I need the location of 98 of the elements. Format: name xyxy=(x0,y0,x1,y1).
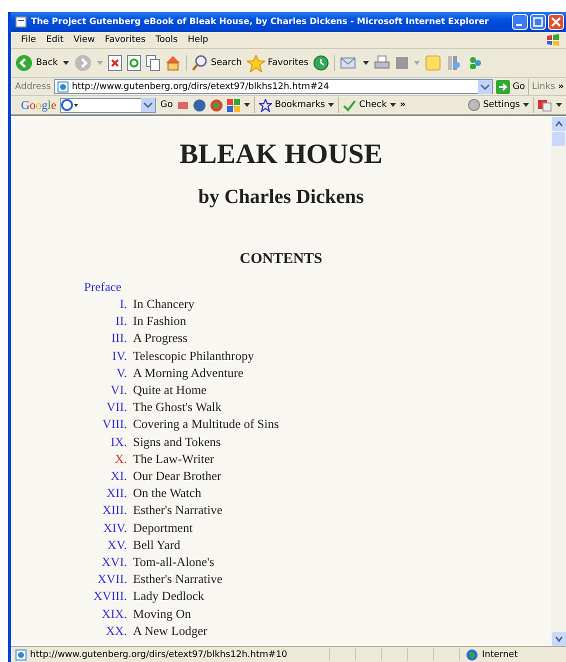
chapter-title: Bell Yard xyxy=(133,536,182,554)
menu-item[interactable]: Edit xyxy=(46,35,64,45)
minimize-icon[interactable] xyxy=(512,14,528,30)
dropdown-caret-icon[interactable] xyxy=(363,61,370,65)
star-outline-icon xyxy=(258,98,272,112)
links-label[interactable]: Links xyxy=(532,82,556,92)
settings-button[interactable]: Settings xyxy=(468,99,529,111)
status-text: http://www.gutenberg.org/dirs/etext97/blkhs12h.htm#10 xyxy=(30,650,288,660)
back-button[interactable]: Back xyxy=(15,54,58,72)
dropdown-caret-icon[interactable] xyxy=(556,103,562,107)
chapter-link[interactable]: V. xyxy=(116,364,127,382)
star-icon xyxy=(246,54,265,72)
scroll-down-icon xyxy=(552,632,566,646)
chapter-link[interactable]: VII. xyxy=(106,399,127,416)
windows-flag-icon xyxy=(546,33,560,47)
go-button[interactable]: Go xyxy=(160,100,173,110)
refresh-icon[interactable] xyxy=(126,55,141,71)
chapter-link[interactable]: XVII. xyxy=(97,571,127,588)
dropdown-caret-icon[interactable] xyxy=(244,103,250,107)
chapter-link[interactable]: XVIII. xyxy=(93,588,127,606)
dropdown-caret-icon xyxy=(328,103,334,107)
printer-icon[interactable] xyxy=(374,55,390,71)
menu-item[interactable]: File xyxy=(21,35,36,45)
chevron[interactable]: » xyxy=(558,82,564,92)
bookmarks-button[interactable]: Bookmarks xyxy=(258,98,334,112)
go-button[interactable]: Go xyxy=(496,80,526,94)
chapter-title: In Chancery xyxy=(133,296,196,313)
chapter-title: A Progress xyxy=(133,330,189,348)
favorites-button[interactable]: Favorites xyxy=(246,54,308,72)
chapter-link[interactable]: I. xyxy=(120,296,127,314)
checkmark-icon xyxy=(343,98,356,112)
chapter-link[interactable]: III. xyxy=(111,330,127,348)
chapter-link[interactable]: VI. xyxy=(110,382,127,400)
chapter-title: The Ghost's Walk xyxy=(133,399,223,416)
close-icon[interactable] xyxy=(548,14,564,30)
scroll-up-icon xyxy=(552,117,566,131)
dropdown-caret-icon xyxy=(523,103,529,107)
chapter-title: Covering a Multitude of Sins xyxy=(133,416,279,434)
chapter-title: A Morning Adventure xyxy=(133,364,244,382)
chapter-title: A New Lodger xyxy=(133,622,208,640)
preface-link[interactable]: Preface xyxy=(84,279,122,296)
chapter-title: Esther's Narrative xyxy=(133,571,224,588)
history-icon[interactable] xyxy=(313,55,330,71)
chapter-link[interactable]: XVI. xyxy=(102,554,127,572)
chapter-title: Quite at Home xyxy=(133,382,208,400)
dropdown-caret-icon xyxy=(390,103,396,107)
chapter-title: Moving On xyxy=(133,606,192,623)
chapter-link[interactable]: XX. xyxy=(106,622,127,640)
page-icon xyxy=(15,16,27,28)
menu-item[interactable]: Help xyxy=(188,35,208,45)
chapter-link[interactable]: XII. xyxy=(106,485,127,502)
chapter-title: Telescopic Philanthropy xyxy=(133,348,255,365)
maximize-icon[interactable] xyxy=(530,14,546,30)
page-title: BLEAK HOUSE xyxy=(178,138,384,172)
menu-item[interactable]: Tools xyxy=(156,35,178,45)
chapter-link[interactable]: VIII. xyxy=(102,416,127,434)
page-icon xyxy=(15,648,27,660)
google-logo: Google xyxy=(21,98,56,112)
chapter-link[interactable]: II. xyxy=(116,313,127,330)
mail-icon[interactable] xyxy=(340,55,358,71)
stop-icon[interactable] xyxy=(108,55,122,71)
address-label: Address xyxy=(15,82,51,92)
chapter-link[interactable]: XV. xyxy=(107,536,127,554)
chapter-title: Signs and Tokens xyxy=(133,434,222,451)
menu-item[interactable]: View xyxy=(74,35,95,45)
go-arrow-icon xyxy=(496,80,510,94)
chapter-title: In Fashion xyxy=(133,313,188,330)
search-field[interactable] xyxy=(60,98,156,112)
address-field[interactable]: http://www.gutenberg.org/dirs/etext97/blkhs12h.htm#24 xyxy=(54,79,493,94)
chapter-title: Our Dear Brother xyxy=(133,468,222,486)
chapter-link[interactable]: IX. xyxy=(110,434,127,451)
chapter-link[interactable]: XIX. xyxy=(102,606,127,623)
spell-check-button[interactable]: Check xyxy=(343,98,396,112)
dropdown-caret-icon[interactable] xyxy=(62,61,69,65)
chapter-link[interactable]: X. xyxy=(114,450,127,468)
contents-heading: CONTENTS xyxy=(238,250,324,268)
scrollbar[interactable] xyxy=(551,116,566,646)
chapter-title: Esther's Narrative xyxy=(133,502,224,520)
zone-label: Internet xyxy=(482,650,518,660)
chevron[interactable]: » xyxy=(400,100,406,110)
page-icon xyxy=(56,80,69,92)
chapter-link[interactable]: XIV. xyxy=(103,520,127,537)
home-icon[interactable] xyxy=(164,55,181,71)
chapter-link[interactable]: IV. xyxy=(112,348,127,365)
menu-item[interactable]: Favorites xyxy=(104,35,146,45)
chapter-title: Tom-all-Alone's xyxy=(133,554,216,572)
scroll-thumb[interactable] xyxy=(552,132,565,146)
search-icon xyxy=(192,55,208,71)
chapter-link[interactable]: XIII. xyxy=(102,502,127,520)
chapter-link[interactable]: XI. xyxy=(110,468,127,486)
chapter-title: Deportment xyxy=(133,520,194,537)
chapter-title: Lady Dedlock xyxy=(133,588,206,606)
search-button[interactable]: Search xyxy=(192,55,242,71)
window-title: The Project Gutenberg eBook of Bleak House, by Charles Dickens - Microsoft Internet Explorer xyxy=(31,17,490,27)
author-line: by Charles Dickens xyxy=(197,185,365,210)
chapter-title: On the Watch xyxy=(133,485,202,502)
chapter-title: The Law-Writer xyxy=(133,450,216,468)
pages-icon[interactable] xyxy=(146,55,160,71)
